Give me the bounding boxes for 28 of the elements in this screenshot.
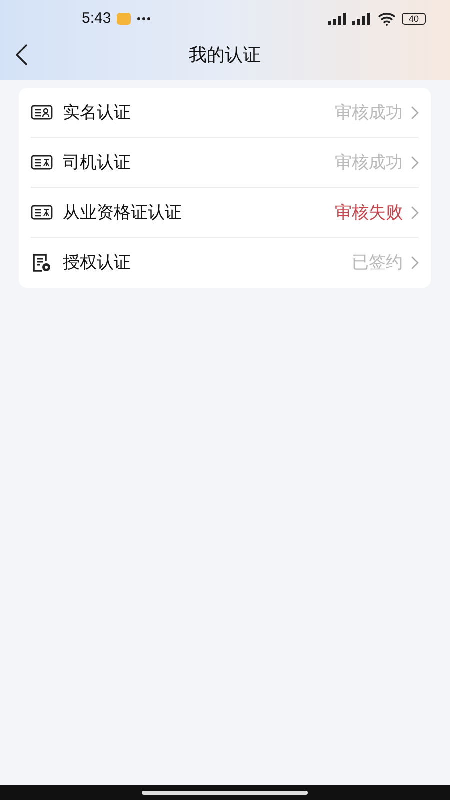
status-text: 审核失败	[335, 202, 403, 224]
item-label: 司机认证	[63, 152, 132, 174]
item-label: 实名认证	[63, 102, 132, 124]
chevron-icon	[411, 156, 419, 170]
item-label: 从业资格证认证	[63, 202, 183, 224]
list-item[interactable]: 实名认证 审核成功	[31, 88, 419, 138]
notification-icon	[117, 13, 132, 25]
status-text: 审核成功	[335, 152, 403, 174]
battery-icon: 40	[402, 13, 426, 25]
list-item[interactable]: 司机认证 审核成功	[31, 138, 419, 188]
item-label: 授权认证	[63, 252, 132, 274]
signal-icon	[352, 13, 372, 25]
signal-icon	[328, 13, 348, 25]
more-icon	[137, 17, 152, 21]
chevron-icon	[411, 206, 419, 220]
chevron-icon	[411, 106, 419, 120]
wifi-icon	[378, 12, 396, 26]
chevron-icon	[411, 256, 419, 270]
list-item[interactable]: 授权认证 已签约	[31, 238, 419, 288]
id-card-icon	[31, 205, 53, 220]
id-card-icon	[31, 105, 53, 120]
status-time: 5:43	[82, 8, 112, 29]
id-card-icon	[31, 155, 53, 170]
list-item[interactable]: 从业资格证认证 审核失败	[31, 188, 419, 238]
document-icon	[32, 253, 52, 273]
status-text: 审核成功	[335, 102, 403, 124]
page-title: 我的认证	[189, 44, 261, 66]
status-text: 已签约	[352, 252, 403, 274]
